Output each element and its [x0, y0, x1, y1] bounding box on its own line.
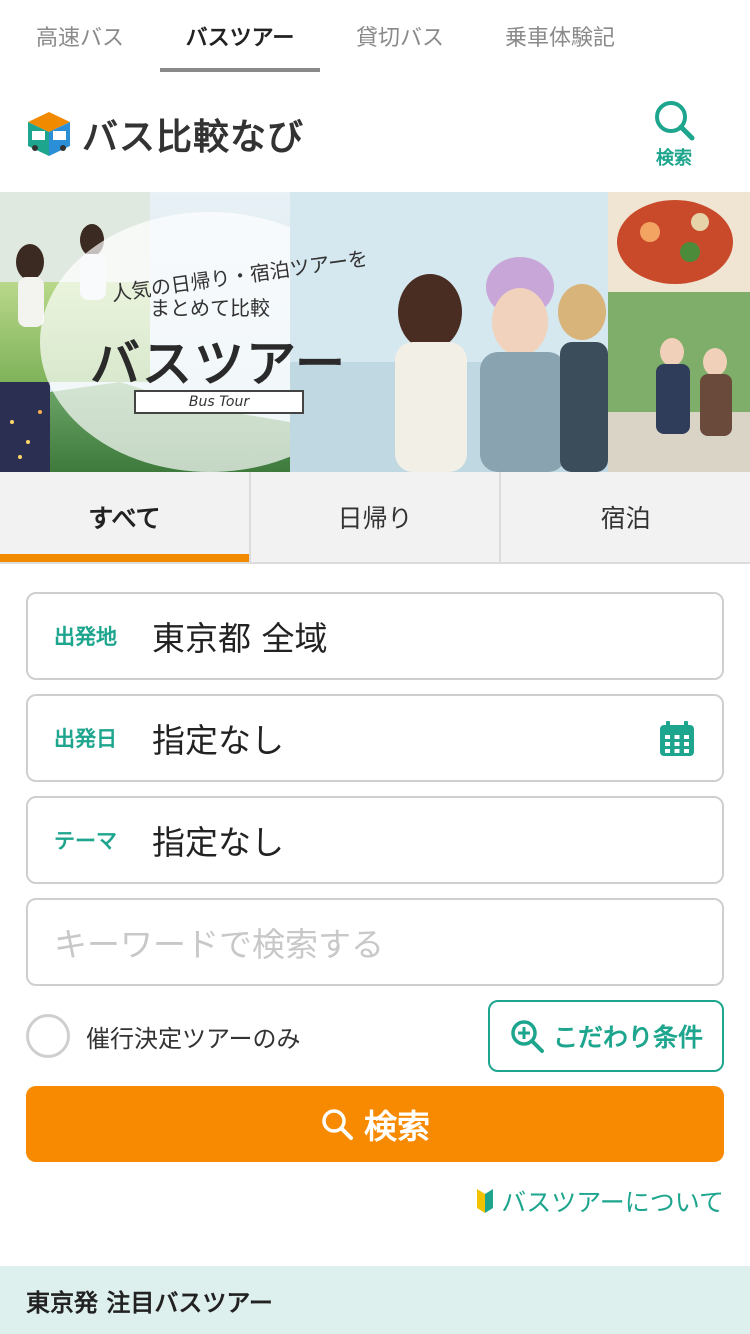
- guaranteed-only-checkbox[interactable]: [26, 1014, 70, 1058]
- departure-place-label: 出発地: [54, 625, 117, 649]
- tour-type-tabs: すべて 日帰り 宿泊: [0, 472, 750, 564]
- guaranteed-only-option[interactable]: 催行決定ツアーのみ: [26, 1014, 301, 1058]
- departure-place-field[interactable]: 出発地 東京都 全域: [26, 592, 724, 680]
- hero-title: バスツアー: [90, 334, 347, 393]
- calendar-icon[interactable]: [658, 720, 696, 758]
- theme-label: テーマ: [54, 829, 117, 853]
- about-bus-tour-link[interactable]: バスツアーについて: [475, 1184, 724, 1218]
- about-bus-tour-label: バスツアーについて: [501, 1188, 724, 1217]
- section-title: 東京発 注目バスツアー: [26, 1288, 273, 1317]
- search-icon: [655, 101, 695, 141]
- departure-date-label: 出発日: [54, 727, 117, 751]
- search-button-label: 検索: [364, 1107, 430, 1146]
- header: バス比較なび 検索: [0, 72, 750, 192]
- tab-highway-bus[interactable]: 高速バス: [0, 0, 160, 72]
- beginner-mark-icon: [477, 1189, 494, 1213]
- departure-date-field[interactable]: 出発日 指定なし: [26, 694, 724, 782]
- search-icon: [322, 1109, 353, 1140]
- hero-copy: 人気の日帰り・宿泊ツアーを まとめて比較 バスツアー Bus Tour: [70, 232, 370, 432]
- zoom-plus-icon: [511, 1020, 544, 1053]
- theme-value: 指定なし: [152, 823, 284, 862]
- header-search-button[interactable]: 検索: [646, 98, 702, 169]
- header-search-label: 検索: [656, 148, 692, 169]
- search-button[interactable]: 検索: [26, 1086, 724, 1162]
- tab-bus-tour[interactable]: バスツアー: [160, 0, 320, 72]
- bus-logo-icon: [28, 112, 70, 156]
- tab-all[interactable]: すべて: [0, 472, 251, 562]
- departure-date-value: 指定なし: [152, 721, 284, 760]
- theme-field[interactable]: テーマ 指定なし: [26, 796, 724, 884]
- keyword-placeholder: キーワードで検索する: [54, 925, 384, 964]
- hero-ribbon: Bus Tour: [134, 390, 304, 414]
- featured-tours-section-header: 東京発 注目バスツアー: [0, 1266, 750, 1334]
- advanced-conditions-label: こだわり条件: [552, 1023, 703, 1052]
- site-logo[interactable]: バス比較なび: [24, 106, 304, 162]
- tab-charter-bus[interactable]: 貸切バス: [320, 0, 480, 72]
- keyword-input[interactable]: キーワードで検索する: [26, 898, 724, 986]
- advanced-conditions-button[interactable]: こだわり条件: [488, 1000, 724, 1072]
- tab-overnight[interactable]: 宿泊: [501, 472, 750, 562]
- tab-day-trip[interactable]: 日帰り: [250, 472, 502, 562]
- hero-subtitle-2: まとめて比較: [150, 296, 270, 320]
- guaranteed-only-label: 催行決定ツアーのみ: [86, 1024, 301, 1053]
- tab-ride-reviews[interactable]: 乗車体験記: [480, 0, 640, 72]
- logo-text: バス比較なび: [82, 117, 305, 158]
- top-nav: 高速バス バスツアー 貸切バス 乗車体験記: [0, 0, 750, 72]
- hero-banner[interactable]: 人気の日帰り・宿泊ツアーを まとめて比較 バスツアー Bus Tour: [0, 192, 750, 472]
- departure-place-value: 東京都 全域: [152, 619, 328, 658]
